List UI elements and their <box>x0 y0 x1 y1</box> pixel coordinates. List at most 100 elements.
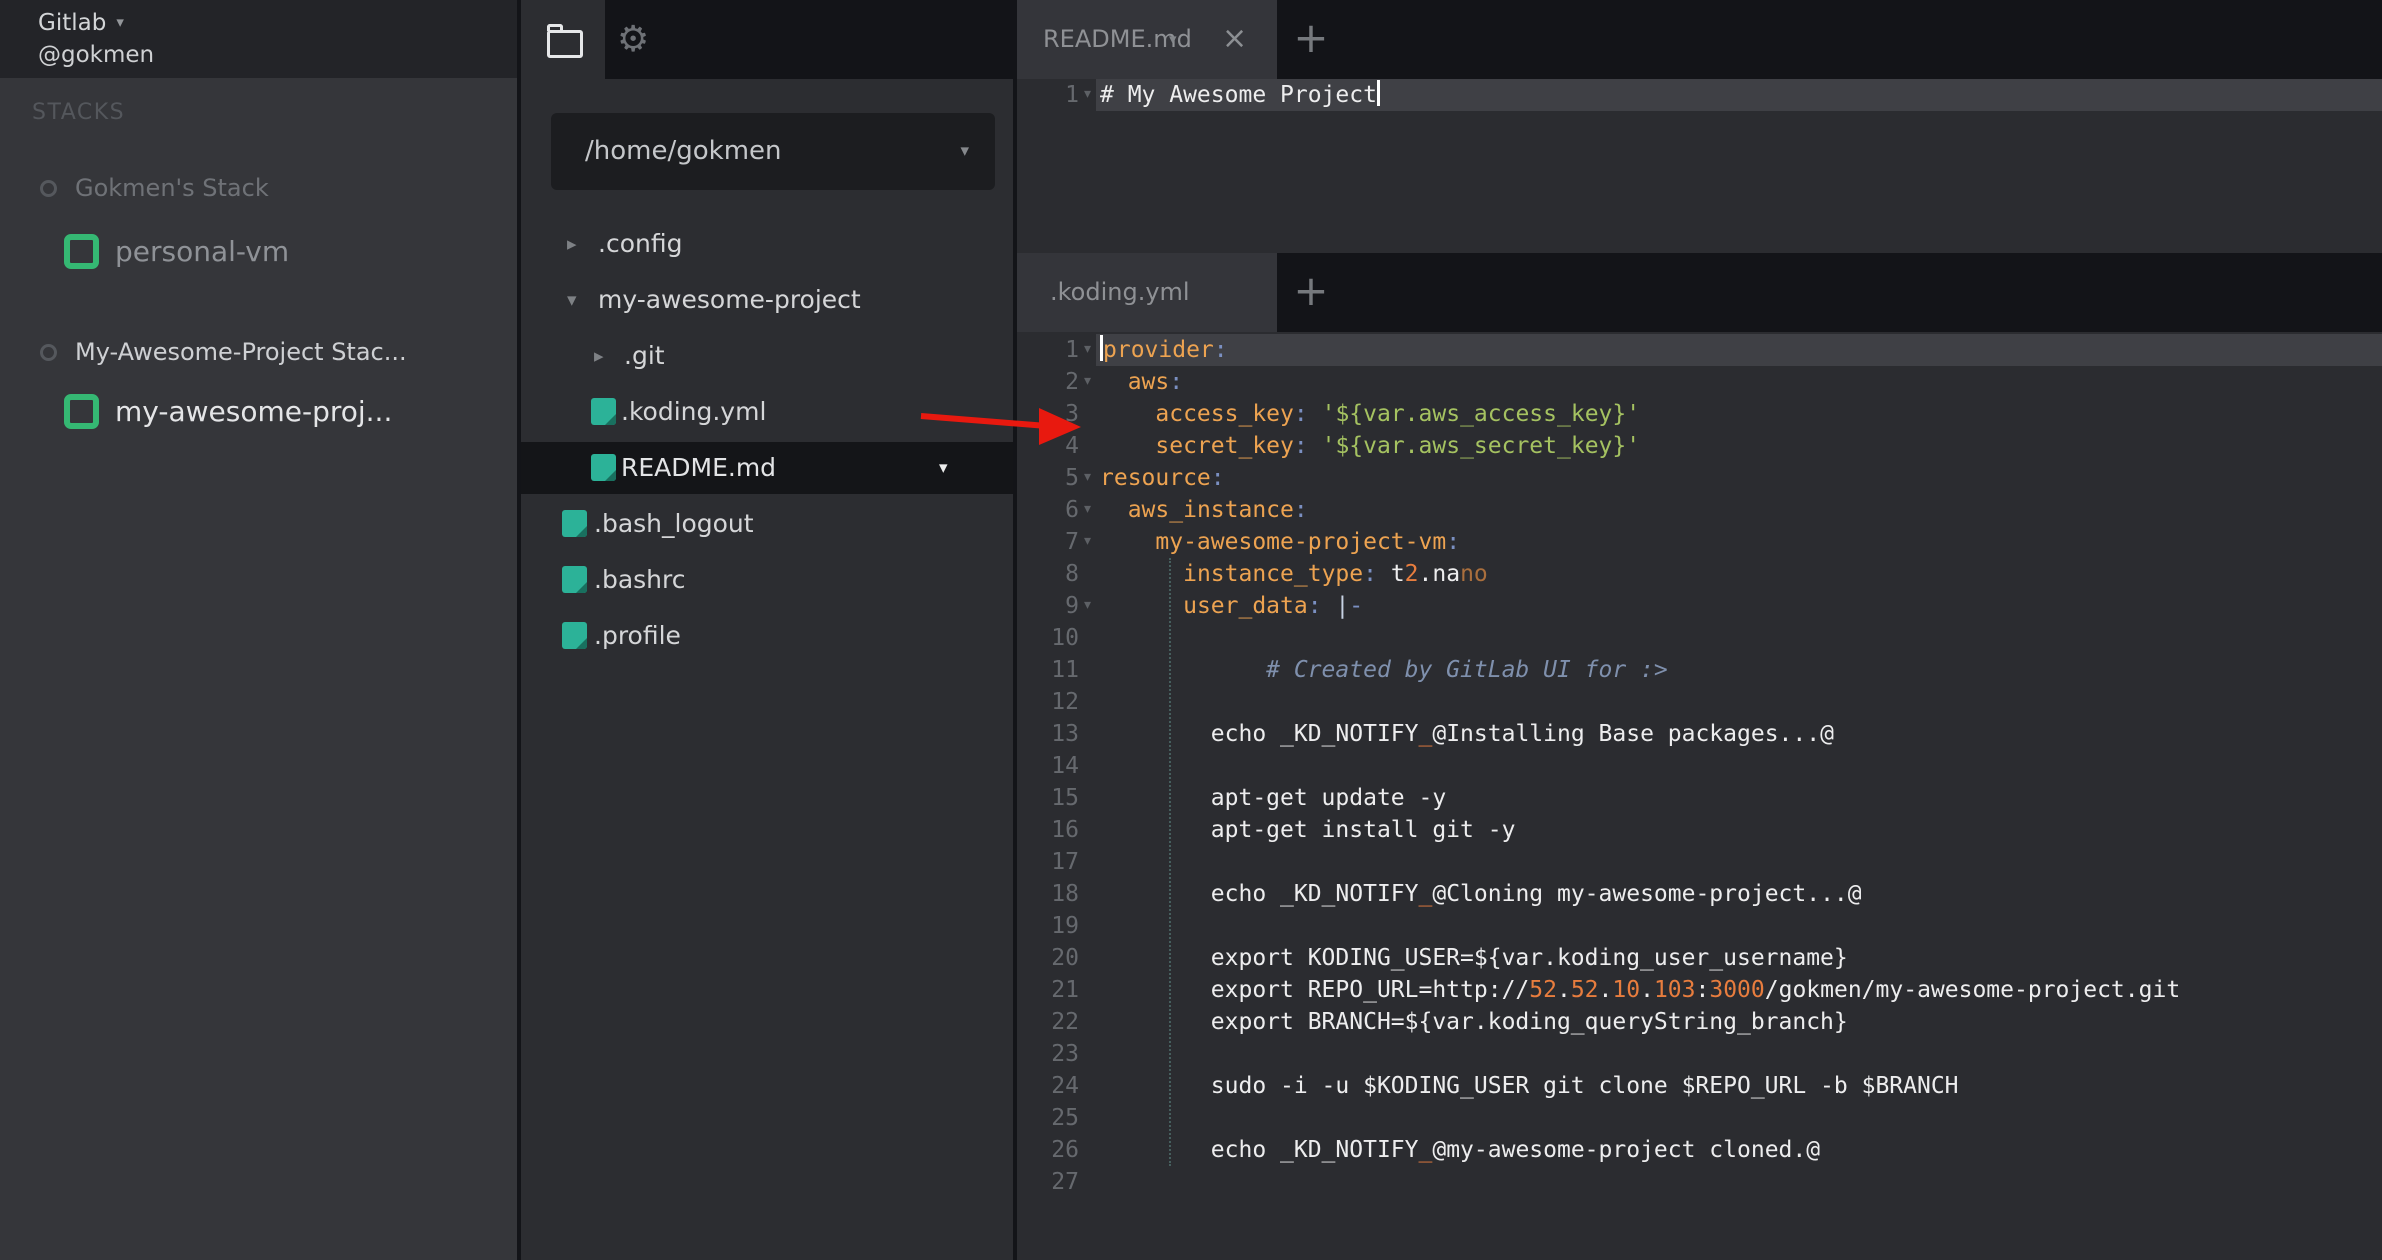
sidebar-item-my-awesome-project-vm[interactable]: my-awesome-proj... <box>64 390 392 432</box>
code-line-10: 10 <box>1017 622 2382 654</box>
code-text <box>1096 846 2382 878</box>
close-icon[interactable]: × <box>1222 0 1247 77</box>
code-text <box>1096 1102 2382 1134</box>
code-text: apt-get install git -y <box>1096 814 2382 846</box>
vm-status-icon <box>64 234 99 269</box>
fold-toggle-icon[interactable]: ▾ <box>1079 590 1096 622</box>
tab-options-chevron-icon[interactable]: ▾ <box>1169 0 1177 79</box>
fold-gutter <box>1079 1070 1096 1102</box>
tree-item-label: .bash_logout <box>594 498 754 550</box>
fold-toggle-icon[interactable]: ▾ <box>1079 79 1096 111</box>
fold-toggle-icon[interactable]: ▾ <box>1079 334 1096 366</box>
code-text <box>1096 1166 2382 1198</box>
fold-gutter <box>1079 686 1096 718</box>
fold-gutter <box>1079 622 1096 654</box>
code-text: instance_type: t2.nano <box>1096 558 2382 590</box>
line-number: 5 <box>1017 462 1079 494</box>
fold-gutter <box>1079 846 1096 878</box>
workspace-path: /home/gokmen <box>585 113 782 190</box>
tree-item-.bash_logout[interactable]: .bash_logout <box>521 498 1017 550</box>
fold-toggle-icon[interactable]: ▾ <box>1079 366 1096 398</box>
code-line-15: 15 apt-get update -y <box>1017 782 2382 814</box>
vm-name: my-awesome-proj... <box>115 395 392 428</box>
fold-gutter <box>1079 1006 1096 1038</box>
code-line-9: 9▾ user_data: |- <box>1017 590 2382 622</box>
code-text <box>1096 910 2382 942</box>
code-line-11: 11 # Created by GitLab UI for :> <box>1017 654 2382 686</box>
tree-item-my-awesome-project[interactable]: ▾ my-awesome-project <box>521 274 1017 326</box>
code-line-12: 12 <box>1017 686 2382 718</box>
folder-icon <box>547 30 583 58</box>
tree-item-.bashrc[interactable]: .bashrc <box>521 554 1017 606</box>
workspace-path-dropdown[interactable]: /home/gokmen ▾ <box>551 113 995 190</box>
fold-gutter <box>1079 910 1096 942</box>
line-number: 12 <box>1017 686 1079 718</box>
code-text: echo _KD_NOTIFY_@my-awesome-project clon… <box>1096 1134 2382 1166</box>
fold-gutter <box>1079 718 1096 750</box>
line-number: 7 <box>1017 526 1079 558</box>
code-line-23: 23 <box>1017 1038 2382 1070</box>
line-number: 20 <box>1017 942 1079 974</box>
sidebar-item-personal-vm[interactable]: personal-vm <box>64 230 289 272</box>
code-line-13: 13 echo _KD_NOTIFY_@Installing Base pack… <box>1017 718 2382 750</box>
tree-item-.config[interactable]: ▸.config <box>521 218 1017 270</box>
code-text: export REPO_URL=http://52.52.10.103:3000… <box>1096 974 2382 1006</box>
stack-bullet-icon <box>40 180 57 197</box>
stack-name: Gokmen's Stack <box>75 174 269 202</box>
folder-expanded-icon[interactable]: ▾ <box>567 274 577 326</box>
fold-gutter <box>1079 782 1096 814</box>
team-name: Gitlab <box>38 10 106 36</box>
tab-koding-yml[interactable]: .koding.yml <box>1017 253 1277 332</box>
tree-item-label: my-awesome-project <box>598 274 861 326</box>
sidebar-item-my-awesome-project-stack[interactable]: My-Awesome-Project Stac... <box>40 334 407 370</box>
tab-files[interactable] <box>521 0 605 79</box>
text-cursor <box>1377 80 1380 106</box>
folder-collapsed-icon[interactable]: ▸ <box>594 330 604 382</box>
fold-toggle-icon[interactable]: ▾ <box>1079 526 1096 558</box>
new-tab-button[interactable]: + <box>1289 253 1333 329</box>
code-text: # My Awesome Project <box>1096 79 2382 111</box>
tree-item-.git[interactable]: ▸.git <box>521 330 1017 382</box>
tree-item-README.md[interactable]: README.md▾ <box>521 442 1017 494</box>
line-number: 25 <box>1017 1102 1079 1134</box>
line-number: 6 <box>1017 494 1079 526</box>
code-text: access_key: '${var.aws_access_key}' <box>1096 398 2382 430</box>
sidebar-item-gokmens-stack[interactable]: Gokmen's Stack <box>40 170 269 206</box>
fold-toggle-icon[interactable]: ▾ <box>1079 462 1096 494</box>
file-icon <box>591 398 616 425</box>
code-text <box>1096 622 2382 654</box>
new-tab-button[interactable]: + <box>1289 0 1333 76</box>
code-text <box>1096 686 2382 718</box>
folder-collapsed-icon[interactable]: ▸ <box>567 218 577 270</box>
code-line-4: 4 secret_key: '${var.aws_secret_key}' <box>1017 430 2382 462</box>
tree-item-.koding.yml[interactable]: .koding.yml <box>521 386 1017 438</box>
line-number: 27 <box>1017 1166 1079 1198</box>
readme-editor[interactable]: 1▾# My Awesome Project <box>1017 79 2382 253</box>
code-line-6: 6▾ aws_instance: <box>1017 494 2382 526</box>
file-icon <box>562 622 587 649</box>
code-line-1: 1▾provider: <box>1017 334 2382 366</box>
code-text <box>1096 1038 2382 1070</box>
top-editor-tabbar: README.md ▾ × + <box>1017 0 2382 79</box>
gear-icon[interactable]: ⚙ <box>617 18 649 62</box>
code-text: apt-get update -y <box>1096 782 2382 814</box>
bottom-editor-tabbar: .koding.yml + <box>1017 253 2382 332</box>
line-number: 2 <box>1017 366 1079 398</box>
fold-gutter <box>1079 1038 1096 1070</box>
code-text: # Created by GitLab UI for :> <box>1096 654 2382 686</box>
stack-bullet-icon <box>40 344 57 361</box>
tab-readme-md[interactable]: README.md ▾ × <box>1017 0 1277 79</box>
code-line-1: 1▾# My Awesome Project <box>1017 79 2382 111</box>
fold-toggle-icon[interactable]: ▾ <box>1079 494 1096 526</box>
koding-yml-editor[interactable]: 1▾provider:2▾ aws:3 access_key: '${var.a… <box>1017 332 2382 1260</box>
fold-gutter <box>1079 974 1096 1006</box>
fold-gutter <box>1079 558 1096 590</box>
tree-item-.profile[interactable]: .profile <box>521 610 1017 662</box>
code-line-17: 17 <box>1017 846 2382 878</box>
code-line-25: 25 <box>1017 1102 2382 1134</box>
chevron-down-icon[interactable]: ▾ <box>939 442 948 494</box>
line-number: 1 <box>1017 334 1079 366</box>
chevron-down-icon: ▾ <box>116 13 124 31</box>
team-switcher[interactable]: Gitlab▾ @gokmen <box>0 0 517 78</box>
code-text: aws_instance: <box>1096 494 2382 526</box>
